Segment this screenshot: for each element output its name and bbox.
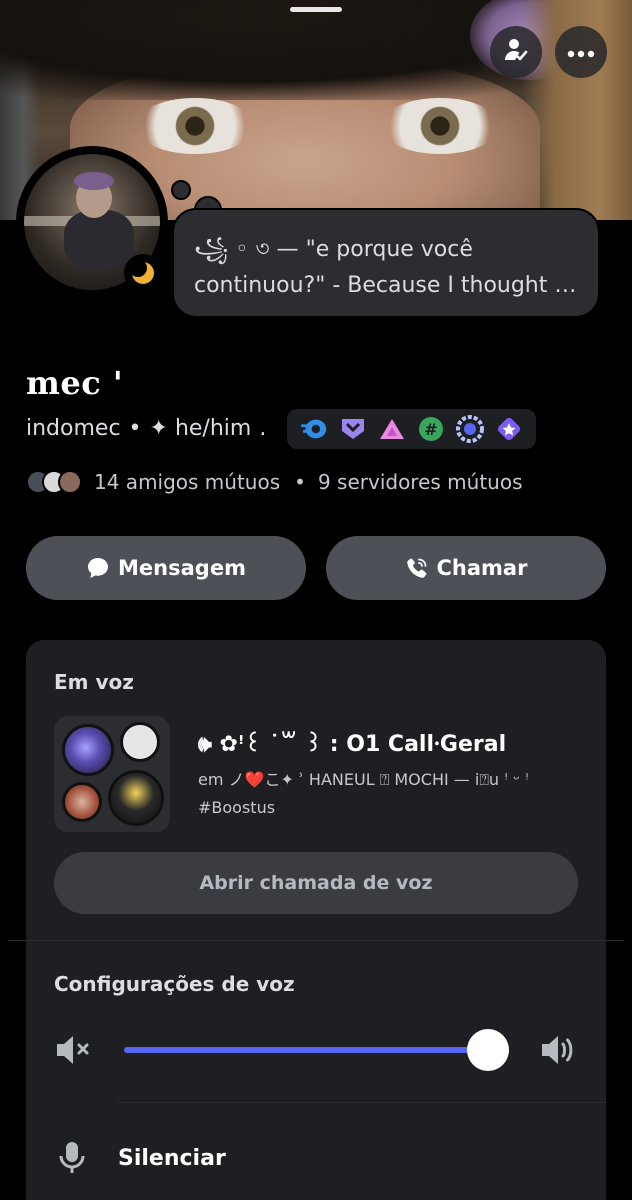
username-row: indomec • ✦ he/him . (26, 415, 267, 441)
divider (118, 1102, 606, 1103)
voice-card: Em voz 🕪 ✿ꜝ꒰ ˙꒳ ꒱ ꞉ O1 Call⸱Geral em ノ❤️… (8, 640, 624, 1200)
voice-settings-heading: Configurações de voz (54, 972, 295, 996)
avatar (58, 470, 82, 494)
message-button-label: Mensagem (118, 556, 246, 580)
nitro-badge-icon[interactable] (300, 415, 328, 443)
custom-status-bubble[interactable]: ꧁ ◦ ৩ — "e porque você continuou?" - Bec… (172, 208, 600, 318)
triangle-badge-icon[interactable] (378, 415, 406, 443)
call-button[interactable]: Chamar (326, 536, 606, 600)
ellipsis-icon (567, 43, 595, 62)
badges-bar: # (287, 409, 536, 449)
status-line-1: ꧁ ◦ ৩ — "e porque você (194, 237, 473, 262)
divider (8, 940, 624, 941)
status-line-2: continuou?" - Because I thought s... (194, 273, 578, 298)
svg-text:#: # (424, 420, 437, 439)
server-icon[interactable] (54, 716, 170, 832)
username: indomec (26, 415, 121, 441)
laurel-badge-icon[interactable] (455, 415, 484, 443)
quest-badge-icon[interactable] (495, 415, 523, 443)
call-button-label: Chamar (436, 556, 528, 580)
volume-slider-track[interactable] (124, 1047, 493, 1053)
display-name: mec ' (26, 364, 124, 402)
mutuals-row[interactable]: 14 amigos mútuos • 9 servidores mútuos (26, 466, 523, 498)
person-check-icon (502, 36, 530, 68)
in-voice-heading: Em voz (54, 670, 134, 694)
chat-bubble-icon (86, 556, 110, 580)
mutual-friends-count[interactable]: 14 amigos mútuos (94, 470, 280, 494)
hashtag-badge-icon[interactable]: # (417, 415, 445, 443)
pronouns: ✦ he/him (149, 415, 252, 441)
speaker-mute-icon[interactable] (54, 1032, 94, 1072)
phone-icon (405, 556, 429, 580)
more-options-button[interactable] (555, 26, 607, 78)
speaker-loud-icon[interactable] (540, 1032, 578, 1072)
sheet-drag-handle[interactable] (290, 7, 342, 12)
volume-slider-handle[interactable] (467, 1029, 509, 1071)
mutual-avatars (26, 470, 82, 494)
mute-toggle-row[interactable]: Silenciar (54, 1134, 226, 1182)
mutual-servers-count[interactable]: 9 servidores mútuos (318, 470, 523, 494)
voice-channel-name: 🕪 ✿ꜝ꒰ ˙꒳ ꒱ ꞉ O1 Call⸱Geral (198, 732, 507, 757)
hypesquad-badge-icon[interactable] (339, 415, 367, 443)
message-button[interactable]: Mensagem (26, 536, 306, 600)
friend-status-button[interactable] (490, 26, 542, 78)
idle-status-icon (124, 254, 162, 292)
microphone-icon (54, 1140, 90, 1176)
voice-channel-server: em ノ❤️こ✦ ʾ HANEUL ⍰ MOCHI — i⍰u ꜝ ᵕ ꜝ #B… (198, 770, 530, 817)
volume-slider-row (54, 1026, 578, 1074)
open-voice-call-button[interactable]: Abrir chamada de voz (54, 852, 578, 914)
mute-label: Silenciar (118, 1145, 226, 1171)
